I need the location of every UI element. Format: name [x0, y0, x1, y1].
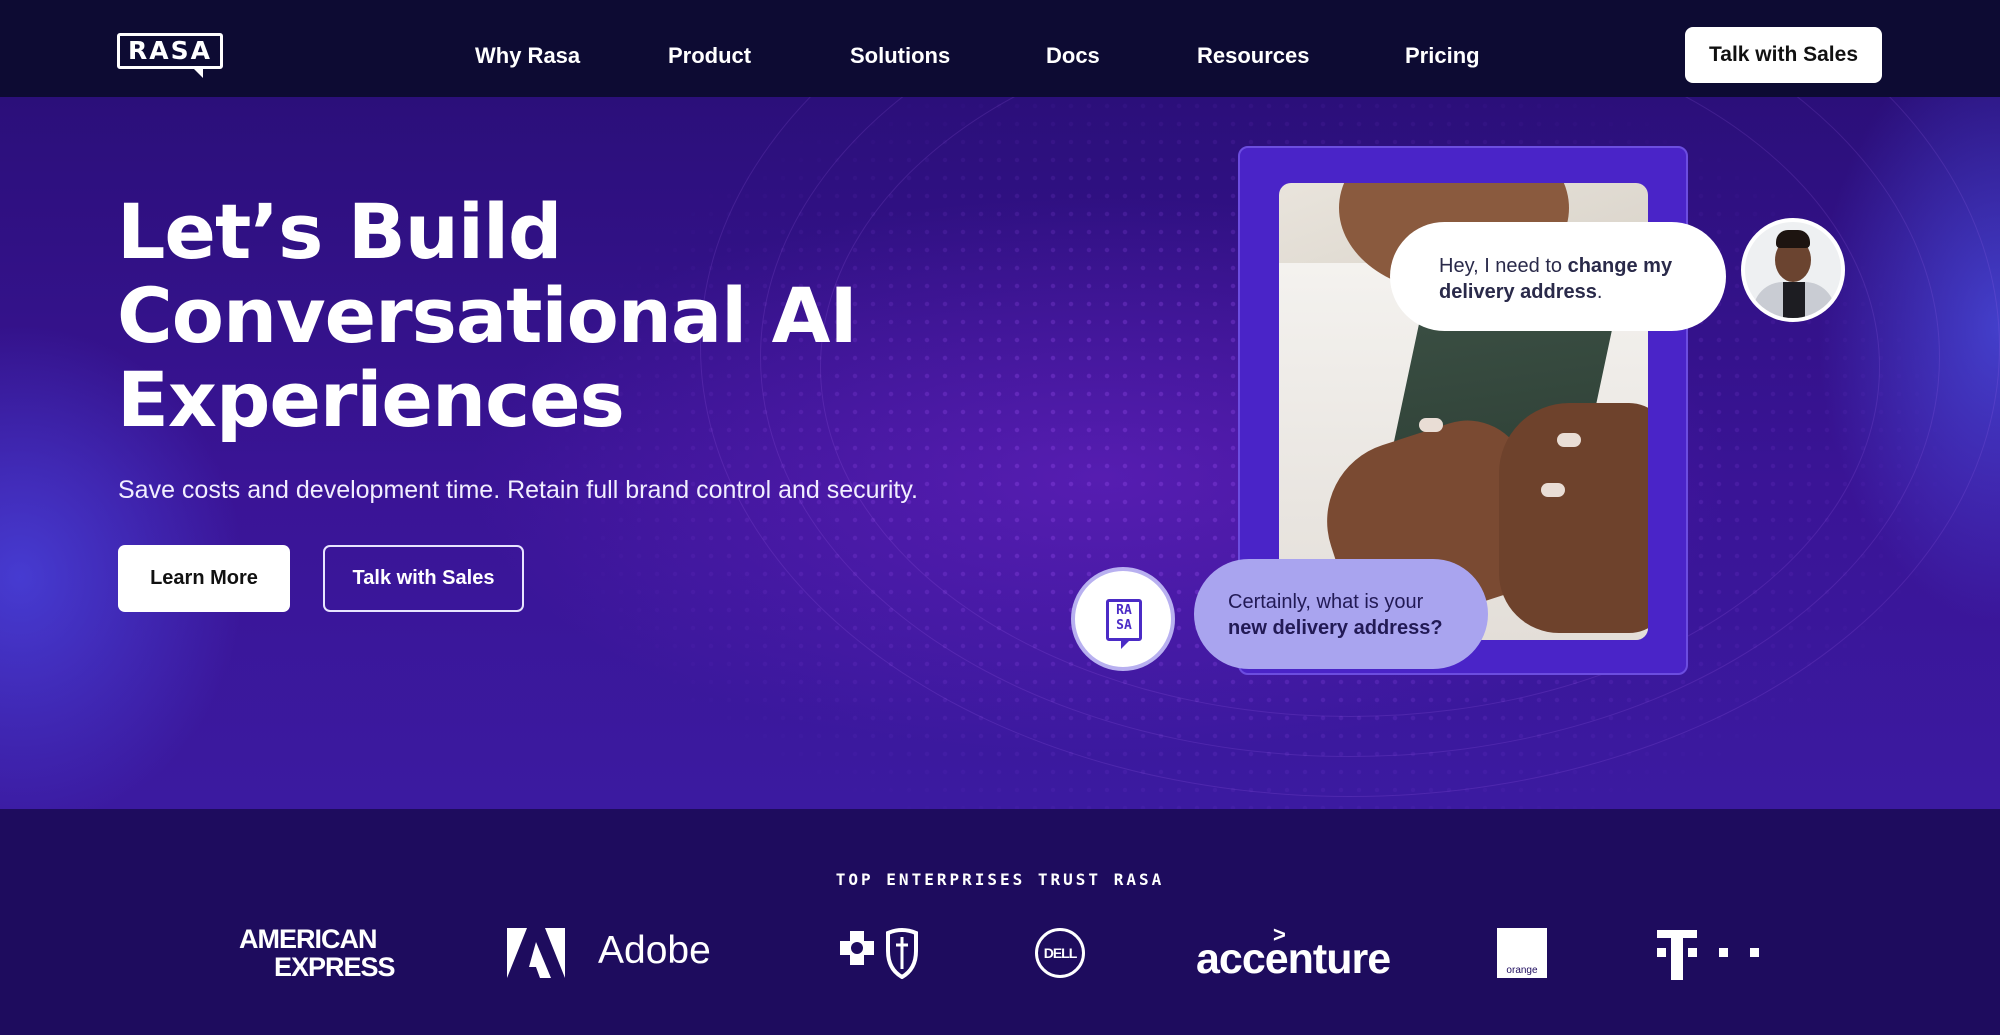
bot-message-bold: new delivery address? [1228, 617, 1443, 639]
bot-message-text: Certainly, what is your [1228, 591, 1424, 613]
photo-nail [1557, 433, 1581, 447]
bot-chat-bubble: Certainly, what is your new delivery add… [1194, 559, 1488, 669]
american-express-logo: AMERICAN EXPRESS [239, 925, 399, 981]
user-chat-bubble: Hey, I need to change my delivery addres… [1390, 222, 1726, 331]
orange-logo-text: orange [1506, 965, 1538, 976]
photo-nail [1419, 418, 1443, 432]
user-message-text: Hey, I need to [1439, 255, 1568, 277]
avatar-hair [1776, 230, 1810, 248]
hero-subhead: Save costs and development time. Retain … [118, 476, 918, 504]
user-message-end: . [1596, 281, 1603, 303]
rasa-logo[interactable]: RASA [117, 33, 223, 81]
bot-logo-text: RA SA [1109, 603, 1139, 633]
logo-text: RASA [128, 36, 212, 65]
bot-logo-line-2: SA [1116, 618, 1132, 633]
nav-pricing[interactable]: Pricing [1405, 43, 1480, 69]
dell-logo: DELL [1035, 928, 1085, 978]
avatar-shirt [1783, 282, 1805, 318]
trust-section [0, 809, 2000, 1035]
t-mobile-logo-icon [1657, 930, 1759, 980]
user-avatar [1741, 218, 1845, 322]
orange-logo: orange [1497, 928, 1547, 978]
amex-line-1: AMERICAN [239, 924, 378, 954]
hero-headline: Let’s Build Conversational AI Experience… [117, 190, 877, 442]
nav-resources[interactable]: Resources [1197, 43, 1310, 69]
nav-docs[interactable]: Docs [1046, 43, 1100, 69]
top-nav: RASA Why Rasa Product Solutions Docs Res… [0, 0, 2000, 97]
nav-why-rasa[interactable]: Why Rasa [475, 43, 580, 69]
logo-tail [191, 66, 203, 78]
talk-with-sales-button[interactable]: Talk with Sales [323, 545, 524, 612]
blue-cross-blue-shield-logo-icon [840, 928, 918, 979]
rasa-bot-avatar: RA SA [1071, 567, 1175, 671]
headline-line-3: Experiences [117, 355, 625, 444]
accenture-logo: accenture [1196, 935, 1391, 983]
learn-more-button[interactable]: Learn More [118, 545, 290, 612]
adobe-logo-text: Adobe [598, 929, 711, 972]
trust-title: TOP ENTERPRISES TRUST RASA [835, 870, 1165, 889]
bot-logo-tail [1121, 640, 1130, 649]
nav-product[interactable]: Product [668, 43, 751, 69]
headline-line-1: Let’s Build [117, 187, 562, 276]
headline-line-2: Conversational AI [117, 271, 858, 360]
photo-nail [1541, 483, 1565, 497]
nav-solutions[interactable]: Solutions [850, 43, 950, 69]
rasa-bot-logo-icon: RA SA [1106, 599, 1142, 649]
adobe-logo-icon [507, 928, 565, 978]
nav-talk-with-sales-button[interactable]: Talk with Sales [1685, 27, 1882, 83]
amex-line-2: EXPRESS [274, 952, 396, 982]
bot-logo-line-1: RA [1116, 603, 1132, 618]
